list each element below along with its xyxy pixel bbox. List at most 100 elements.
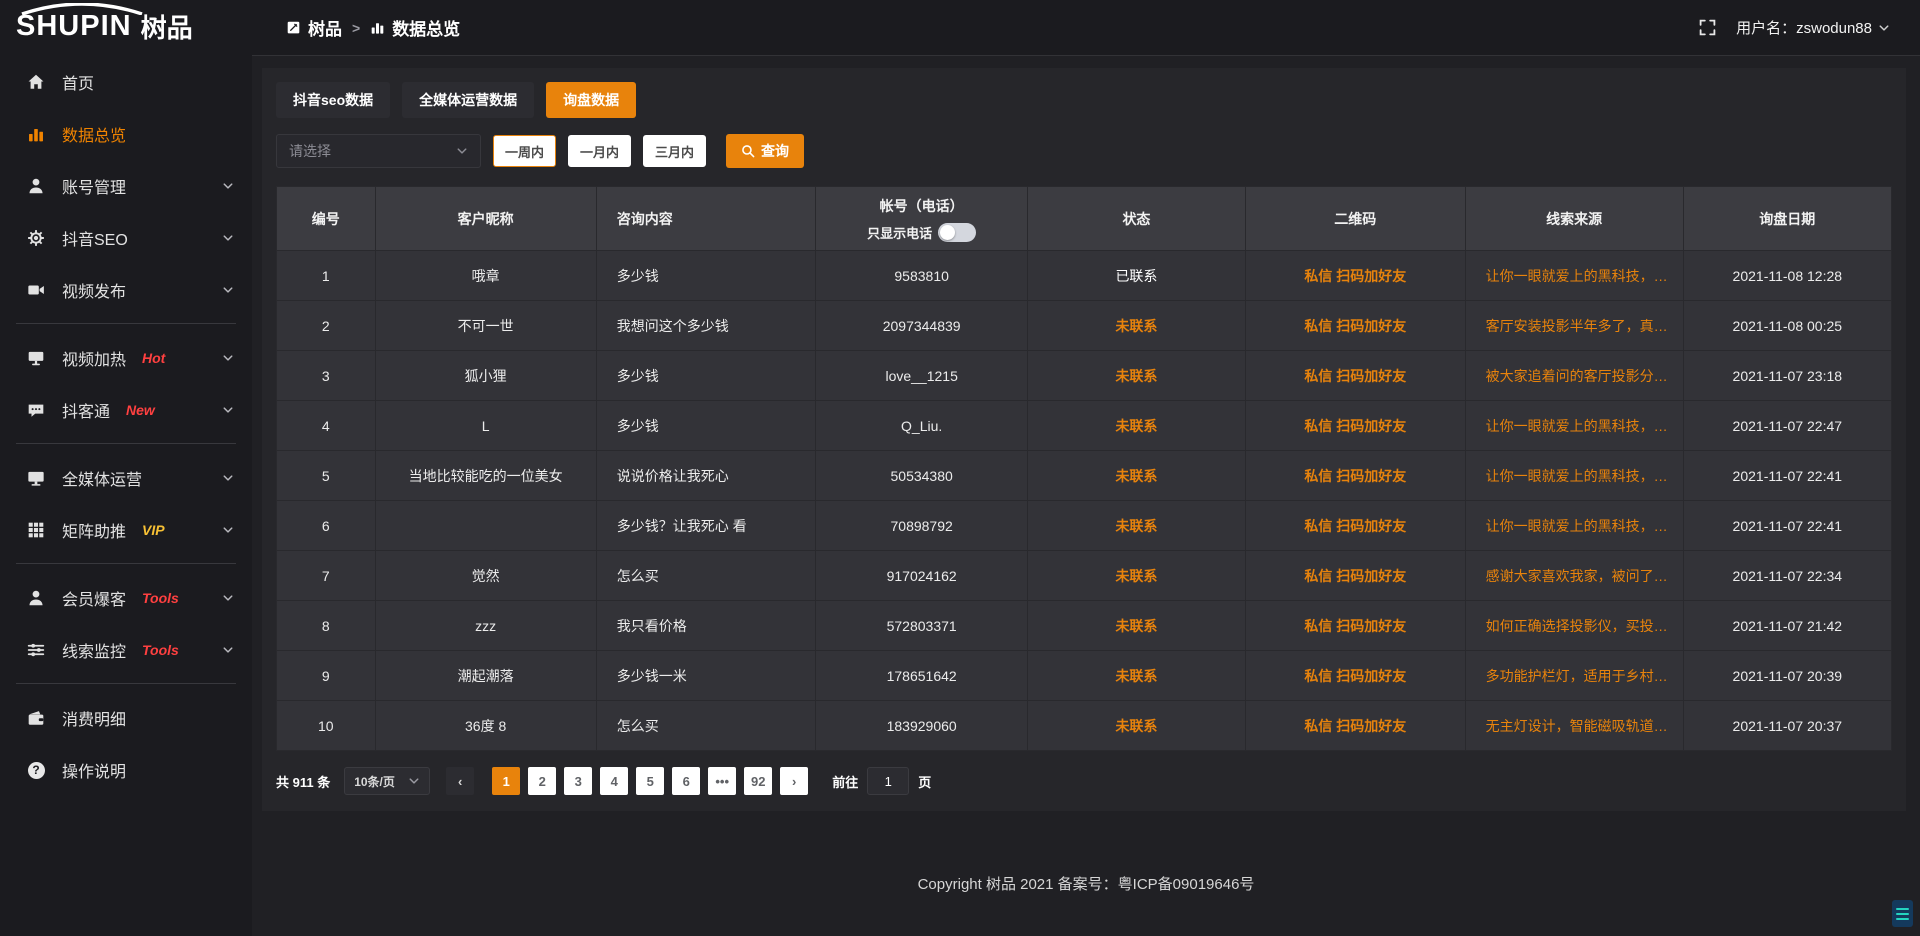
username-label: 用户名：zswodun88: [1736, 17, 1872, 38]
cell-nickname: 觉然: [375, 551, 596, 601]
home-icon: [26, 72, 46, 92]
goto-page-input[interactable]: [867, 767, 909, 795]
data-tab[interactable]: 询盘数据: [546, 82, 636, 118]
chevron-down-icon: [222, 232, 234, 244]
cell-qrcode: 私信 扫码加好友: [1245, 651, 1465, 701]
pagination: 共 911 条 10条/页 ‹ 1 2 3 4: [276, 767, 1892, 795]
source-link[interactable]: 让你一眼就爱上的黑科技，能...: [1486, 516, 1683, 536]
breadcrumb-current[interactable]: 数据总览: [370, 15, 460, 40]
breadcrumb-home[interactable]: 树品: [286, 15, 342, 40]
cell-id: 5: [277, 451, 376, 501]
sidebar-item[interactable]: 全媒体运营: [0, 452, 252, 504]
chevron-down-icon: [1878, 22, 1890, 34]
table-row: 5 当地比较能吃的一位美女 说说价格让我死心 50534380 未联系 私信 扫…: [277, 451, 1892, 501]
source-link[interactable]: 被大家追着问的客厅投影分享...: [1486, 366, 1683, 386]
page-size-select[interactable]: 10条/页: [344, 767, 430, 795]
qrcode-link[interactable]: 私信 扫码加好友: [1304, 518, 1406, 534]
source-link[interactable]: 客厅安装投影半年多了，真实...: [1486, 316, 1683, 336]
footer: Copyright 树品 2021 备案号：粤ICP备09019646号: [252, 843, 1920, 936]
col-header-status: 状态: [1027, 187, 1245, 251]
total-count: 共 911 条: [276, 772, 330, 791]
qrcode-link[interactable]: 私信 扫码加好友: [1304, 368, 1406, 384]
screen-icon: [26, 348, 46, 368]
cell-id: 1: [277, 251, 376, 301]
sidebar-item[interactable]: 视频发布: [0, 264, 252, 316]
cell-source: 让你一眼就爱上的黑科技，能...: [1465, 501, 1683, 551]
source-link[interactable]: 让你一眼就爱上的黑科技，能...: [1486, 416, 1683, 436]
next-page-button[interactable]: ›: [780, 767, 808, 795]
source-link[interactable]: 让你一眼就爱上的黑科技，能...: [1486, 266, 1683, 286]
table-row: 2 不可一世 我想问这个多少钱 2097344839 未联系 私信 扫码加好友 …: [277, 301, 1892, 351]
corner-widget-icon[interactable]: [1892, 900, 1913, 927]
sidebar-item[interactable]: 首页: [0, 56, 252, 108]
qrcode-link[interactable]: 私信 扫码加好友: [1304, 268, 1406, 284]
qrcode-link[interactable]: 私信 扫码加好友: [1304, 568, 1406, 584]
data-tab[interactable]: 抖音seo数据: [276, 82, 390, 118]
source-link[interactable]: 感谢大家喜欢我家，被问了好...: [1486, 566, 1683, 586]
data-tab[interactable]: 全媒体运营数据: [402, 82, 534, 118]
qrcode-link[interactable]: 私信 扫码加好友: [1304, 318, 1406, 334]
search-button[interactable]: 查询: [726, 134, 804, 168]
sidebar-item[interactable]: 账号管理: [0, 160, 252, 212]
breadcrumb-home-label: 树品: [308, 15, 342, 40]
sidebar-item-label: 抖音SEO: [62, 226, 128, 250]
source-link[interactable]: 如何正确选择投影仪，买投影...: [1486, 616, 1683, 636]
cell-content: 多少钱一米: [596, 651, 816, 701]
source-link[interactable]: 多功能护栏灯，适用于乡村文...: [1486, 666, 1683, 686]
page-button[interactable]: 92: [744, 767, 772, 795]
page-button[interactable]: •••: [708, 767, 736, 795]
page-button[interactable]: 4: [600, 767, 628, 795]
cell-status: 未联系: [1027, 451, 1245, 501]
page-button[interactable]: 6: [672, 767, 700, 795]
phone-only-toggle[interactable]: [938, 223, 976, 242]
qrcode-link[interactable]: 私信 扫码加好友: [1304, 418, 1406, 434]
cell-date: 2021-11-07 22:47: [1683, 401, 1891, 451]
cell-source: 被大家追着问的客厅投影分享...: [1465, 351, 1683, 401]
period-button[interactable]: 一周内: [493, 135, 556, 167]
cell-account: 50534380: [816, 451, 1028, 501]
qrcode-link[interactable]: 私信 扫码加好友: [1304, 668, 1406, 684]
sidebar-item[interactable]: 消费明细: [0, 692, 252, 744]
sidebar-item-badge: Hot: [142, 350, 165, 366]
page-button[interactable]: 2: [528, 767, 556, 795]
fullscreen-icon[interactable]: [1699, 19, 1716, 36]
col-header-content: 咨询内容: [596, 187, 816, 251]
cell-qrcode: 私信 扫码加好友: [1245, 301, 1465, 351]
cell-date: 2021-11-07 23:18: [1683, 351, 1891, 401]
cell-qrcode: 私信 扫码加好友: [1245, 551, 1465, 601]
sidebar-item[interactable]: 会员爆客 Tools: [0, 572, 252, 624]
source-link[interactable]: 让你一眼就爱上的黑科技，能...: [1486, 466, 1683, 486]
prev-page-button[interactable]: ‹: [446, 767, 474, 795]
cell-account: 183929060: [816, 701, 1028, 751]
sidebar-item[interactable]: 矩阵助推 VIP: [0, 504, 252, 556]
page-button[interactable]: 5: [636, 767, 664, 795]
page-button[interactable]: 3: [564, 767, 592, 795]
topbar: 树品 > 数据总览 用户名：zswodun88: [252, 0, 1920, 56]
sidebar-item[interactable]: 视频加热 Hot: [0, 332, 252, 384]
sidebar-item-badge: VIP: [142, 522, 165, 538]
user-menu[interactable]: 用户名：zswodun88: [1736, 17, 1890, 38]
source-link[interactable]: 无主灯设计，智能磁吸轨道灯...: [1486, 716, 1683, 736]
sidebar-item[interactable]: 抖客通 New: [0, 384, 252, 436]
account-header-title: 帐号（电话）: [816, 196, 1027, 216]
sidebar-item[interactable]: ? 操作说明: [0, 744, 252, 796]
period-button[interactable]: 三月内: [643, 135, 706, 167]
qrcode-link[interactable]: 私信 扫码加好友: [1304, 618, 1406, 634]
logo[interactable]: SHUPIN 树品: [0, 0, 252, 52]
sidebar-item-badge: Tools: [142, 590, 179, 606]
cell-nickname: zzz: [375, 601, 596, 651]
period-button[interactable]: 一月内: [568, 135, 631, 167]
sidebar-item[interactable]: 数据总览: [0, 108, 252, 160]
sidebar-item[interactable]: 抖音SEO: [0, 212, 252, 264]
sidebar-item[interactable]: 线索监控 Tools: [0, 624, 252, 676]
qrcode-link[interactable]: 私信 扫码加好友: [1304, 468, 1406, 484]
cell-qrcode: 私信 扫码加好友: [1245, 501, 1465, 551]
account-select[interactable]: 请选择: [276, 134, 481, 168]
page-button[interactable]: 1: [492, 767, 520, 795]
goto-label: 前往: [832, 772, 858, 791]
cell-account: 2097344839: [816, 301, 1028, 351]
select-placeholder: 请选择: [289, 141, 331, 161]
qrcode-link[interactable]: 私信 扫码加好友: [1304, 718, 1406, 734]
cell-nickname: 不可一世: [375, 301, 596, 351]
cell-status: 未联系: [1027, 301, 1245, 351]
